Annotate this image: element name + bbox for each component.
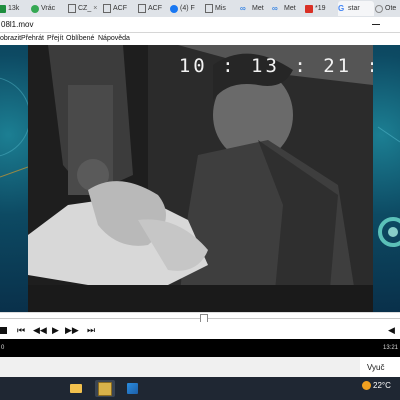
document-icon (205, 4, 213, 13)
fast-forward-icon: ▶▶ (65, 325, 79, 335)
tab-label: ACF (148, 5, 162, 12)
player-menubar: obrazit Přehrát Přejít Oblíbené Nápověda (0, 33, 400, 45)
tab-label: Met (284, 5, 296, 12)
video-viewport[interactable]: 10 : 13 : 21 : (28, 45, 373, 312)
weather-temp: 22°C (373, 381, 391, 390)
check-leaf-icon (31, 4, 39, 13)
desktop-wallpaper-left (0, 17, 31, 312)
taskbar-file-explorer[interactable] (66, 380, 86, 397)
rewind-icon: ◀◀ (33, 325, 47, 335)
google-icon: G (338, 3, 345, 13)
browser-tab[interactable]: Vrác (31, 1, 65, 16)
speaker-icon: ◀ (388, 325, 395, 335)
tab-close-icon[interactable]: × (93, 5, 97, 12)
player-titlebar: 08l1.mov (0, 17, 400, 33)
next-button[interactable]: ⏭ (87, 325, 95, 336)
previous-button[interactable]: ⏮ (17, 325, 25, 336)
document-icon (138, 4, 146, 13)
menu-item-help[interactable]: Nápověda (98, 35, 130, 42)
tab-label: 13k (8, 5, 20, 12)
skip-forward-icon: ⏭ (87, 325, 96, 335)
fast-forward-button[interactable]: ▶▶ (65, 325, 79, 336)
player-window-title: 08l1.mov (1, 20, 34, 29)
browser-tab[interactable]: ACF (103, 1, 135, 16)
tab-label: *19 (315, 5, 326, 12)
browser-tab[interactable]: *19 (305, 1, 337, 16)
taskbar-media-player[interactable] (95, 380, 115, 397)
rewind-button[interactable]: ◀◀ (33, 325, 47, 336)
play-icon: ▶ (52, 325, 59, 335)
minimize-button[interactable] (372, 24, 380, 25)
taskbar: 22°C (0, 377, 400, 400)
tab-label: Ote (385, 5, 397, 12)
tab-label: Vrác (41, 5, 56, 12)
document-icon (103, 4, 111, 13)
volume-button[interactable]: ◀ (388, 325, 395, 336)
google-sheets-icon (0, 4, 6, 13)
browser-tab-strip: 13k Vrác CZ_ × ACF ACF (4) F Mis ∞ Met ∞… (0, 0, 400, 18)
wallpaper-pattern (0, 77, 31, 178)
photos-icon (126, 383, 138, 394)
tab-label: ACF (113, 5, 127, 12)
browser-tab[interactable]: ∞ Met (272, 1, 304, 16)
tab-label: (4) F (180, 5, 195, 12)
notification-text: Vyuč (367, 363, 385, 372)
menu-item-play[interactable]: Přehrát (21, 35, 44, 42)
status-position: 0 (1, 345, 5, 351)
browser-tab[interactable]: CZ_ × (68, 1, 100, 16)
playback-controls: ⏮ ◀◀ ▶ ▶▶ ⏭ ◀ (0, 322, 400, 339)
notification-popup[interactable]: Vyuč (360, 357, 400, 377)
tab-label: star (348, 5, 360, 12)
skip-back-icon: ⏮ (17, 325, 26, 335)
stop-button[interactable] (0, 325, 7, 337)
tab-label: Mis (215, 5, 226, 12)
desktop-wallpaper-right (373, 17, 400, 312)
stop-icon (0, 327, 7, 334)
menu-item-favorites[interactable]: Oblíbené (66, 35, 94, 42)
taskbar-photos[interactable] (122, 380, 142, 397)
file-explorer-icon (70, 384, 82, 393)
globe-icon (375, 4, 383, 13)
menu-item-view[interactable]: obrazit (0, 35, 21, 42)
menu-item-go[interactable]: Přejít (47, 35, 63, 42)
facebook-icon (170, 4, 178, 13)
browser-tab[interactable]: Mis (205, 1, 237, 16)
browser-tab[interactable]: 13k (0, 1, 30, 16)
browser-tab[interactable]: Ote (375, 1, 400, 16)
pdf-icon (305, 4, 313, 13)
media-player-icon (98, 381, 112, 396)
tab-label: CZ_ (78, 5, 92, 12)
desktop-background-strip (0, 357, 400, 377)
browser-tab[interactable]: (4) F (170, 1, 204, 16)
video-timecode-overlay: 10 : 13 : 21 : (178, 55, 373, 77)
browser-tab[interactable]: ACF (138, 1, 168, 16)
document-icon (68, 4, 76, 13)
status-time: 13:21 (382, 345, 398, 351)
browser-tab[interactable]: ∞ Met (240, 1, 272, 16)
play-button[interactable]: ▶ (52, 325, 59, 336)
player-statusbar: 0 13:21 (0, 339, 400, 357)
meta-icon: ∞ (272, 3, 278, 13)
taskbar-weather[interactable]: 22°C (362, 381, 391, 390)
meta-icon: ∞ (240, 3, 246, 13)
video-frame (28, 45, 373, 312)
wallpaper-pattern (377, 126, 400, 247)
sun-icon (362, 381, 371, 390)
browser-tab[interactable]: G star (338, 1, 374, 16)
tab-label: Met (252, 5, 264, 12)
